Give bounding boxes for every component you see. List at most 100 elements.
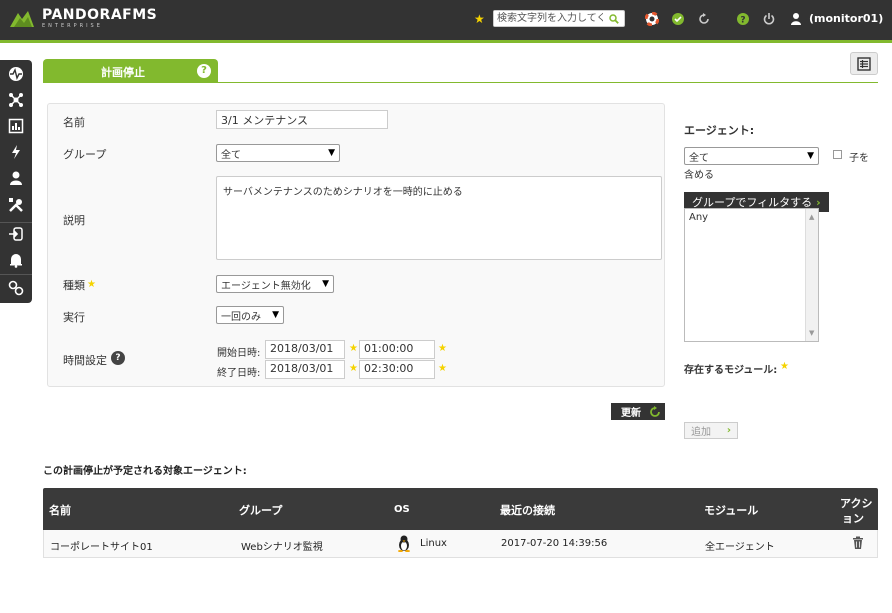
reports-icon[interactable] [8,118,24,134]
star-icon: ★ [438,363,447,374]
pandora-logo[interactable]: PANDORAFMS ENTERPRISE [8,8,157,29]
chevron-down-icon: ▼ [322,279,329,289]
header-last-contact: 最近の接続 [500,504,555,517]
refresh-icon[interactable] [697,12,711,26]
modules-label: 存在するモジュール: [684,365,778,376]
refresh-icon [650,405,660,417]
user-icon[interactable] [8,170,24,186]
linux-icon [398,535,410,552]
star-icon: ★ [438,343,447,354]
header-action: アクシ [840,497,873,510]
scrollbar[interactable]: ▲ ▼ [805,209,818,341]
include-children-label: 子を [849,153,869,164]
update-button[interactable]: 更新 [611,403,665,420]
description-textarea[interactable]: サーバメンテナンスのためシナリオを一時的に止める [216,176,662,260]
monitoring-icon[interactable] [8,66,24,82]
search-box [493,10,625,27]
star-icon: ★ [780,361,789,372]
include-children-label-cont: 含める [684,170,714,181]
time-setting-label: 時間設定 [63,354,107,367]
row-name[interactable]: コーポレートサイト01 [50,538,153,553]
events-icon[interactable] [8,144,24,160]
lifebuoy-icon[interactable] [645,12,659,26]
row-os: Linux [420,538,447,549]
bell-icon[interactable] [8,252,24,268]
tab-label: 計画停止 [101,66,145,79]
header-group: グループ [239,504,283,517]
row-group: Webシナリオ監視 [241,542,323,553]
group-select-value: 全て [221,149,241,161]
header-action-cont: ョン [842,512,864,525]
name-input[interactable]: 3/1 メンテナンス [216,110,388,129]
update-button-label: 更新 [621,408,641,419]
topology-icon[interactable] [8,92,24,108]
agent-group-select-value: 全て [689,152,709,164]
tab-underline [43,82,878,83]
help-icon[interactable]: ? [111,351,125,365]
svg-text:?: ? [740,16,745,26]
scroll-down-icon[interactable]: ▼ [809,329,814,337]
scroll-up-icon[interactable]: ▲ [809,213,814,221]
user-name[interactable]: (monitor01) [809,12,883,25]
start-time-input[interactable]: 01:00:00 [359,340,435,359]
row-module: 全エージェント [705,542,775,553]
end-date-input[interactable]: 2018/03/01 [265,360,345,379]
list-view-button[interactable] [850,52,878,75]
agent-group-select[interactable]: 全て ▼ [684,147,819,165]
description-label: 説明 [63,214,85,227]
links-icon[interactable] [8,280,24,296]
logo-subtext: ENTERPRISE [42,23,103,29]
add-button-label: 追加 [691,427,711,438]
row-last-contact: 2017-07-20 14:39:56 [501,538,608,549]
header-module: モジュール [704,504,759,517]
star-icon[interactable]: ★ [474,12,485,26]
target-agents-title: この計画停止が予定される対象エージェント: [43,466,247,477]
star-icon: ★ [349,343,358,354]
left-sidebar [0,60,32,303]
header-accent-line [0,40,892,43]
search-icon[interactable] [606,11,622,26]
target-agents-table: 名前 グループ OS 最近の接続 モジュール アクシ ョン コーポレートサイト0… [43,488,878,558]
group-label: グループ [63,148,107,161]
include-children-checkbox[interactable] [833,150,842,159]
sidebar-divider [0,274,32,275]
help-icon[interactable]: ? [197,64,211,78]
table-header: 名前 グループ OS 最近の接続 モジュール アクシ ョン [43,488,878,530]
tools-icon[interactable] [8,197,24,213]
logo-text: PANDORAFMS [42,7,158,23]
type-select-value: エージェント無効化 [221,280,311,292]
end-time-input[interactable]: 02:30:00 [359,360,435,379]
chevron-right-icon: › [816,195,821,209]
add-button[interactable]: 追加 › [684,422,738,439]
type-select[interactable]: エージェント無効化 ▼ [216,275,334,293]
group-select[interactable]: 全て ▼ [216,144,340,162]
header-name: 名前 [49,504,71,517]
star-icon: ★ [87,279,96,290]
agent-list[interactable]: Any ▲ ▼ [684,208,819,342]
execution-select-value: 一回のみ [221,311,261,323]
star-icon: ★ [349,363,358,374]
end-datetime-label: 終了日時: [217,368,261,379]
login-icon[interactable] [8,226,24,242]
list-item[interactable]: Any [685,209,818,226]
help-icon[interactable]: ? [736,12,750,26]
search-input[interactable] [494,11,606,26]
execution-select[interactable]: 一回のみ ▼ [216,306,284,324]
chevron-right-icon: › [726,425,731,436]
name-label: 名前 [63,116,85,129]
execution-label: 実行 [63,311,85,324]
user-icon[interactable] [789,12,803,26]
logo-icon [10,10,34,27]
agents-label: エージェント: [684,124,755,137]
trash-icon[interactable] [852,536,864,550]
header-os: OS [394,504,410,515]
list-icon [857,56,871,71]
start-date-input[interactable]: 2018/03/01 [265,340,345,359]
start-datetime-label: 開始日時: [217,348,261,359]
chevron-down-icon: ▼ [328,148,335,158]
tab-planned-downtime[interactable]: 計画停止 ? [43,59,218,83]
sidebar-divider [0,222,32,223]
power-icon[interactable] [762,12,776,26]
type-label: 種類 [63,279,85,292]
check-icon[interactable] [671,12,685,26]
